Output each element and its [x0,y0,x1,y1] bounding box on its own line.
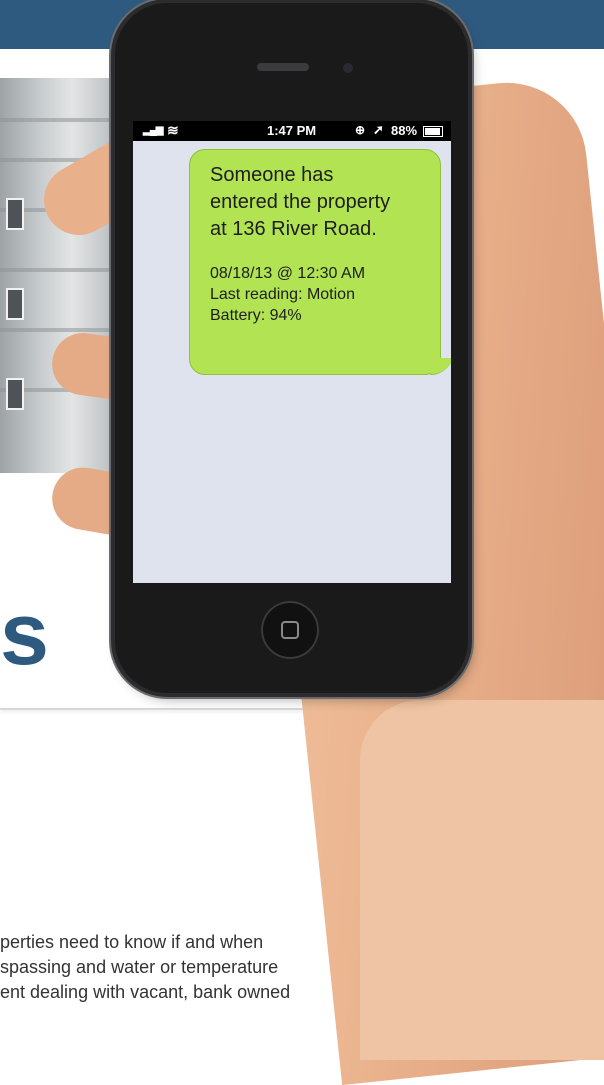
signal-icon: ▂▄▆ [143,125,163,136]
status-bar: ▂▄▆ ≋ 1:47 PM ⊕ ➚ 88% [133,121,451,141]
location-icon: ➚ [373,122,384,137]
house-photo [0,78,120,473]
battery-icon [423,126,443,137]
heading-fragment: s [0,590,49,678]
sms-message-bubble[interactable]: Someone has entered the property at 136 … [189,149,441,375]
phone-screen[interactable]: ▂▄▆ ≋ 1:47 PM ⊕ ➚ 88% Someone has entere… [133,121,451,583]
status-time: 1:47 PM [267,123,317,138]
message-details: 08/18/13 @ 12:30 AM Last reading: Motion… [210,263,440,326]
message-timestamp: 08/18/13 @ 12:30 AM [210,265,366,282]
wifi-icon: ≋ [167,122,179,138]
hand-wrist [360,700,604,1060]
earpiece-speaker [257,63,309,71]
message-reading: Last reading: Motion [210,286,355,303]
message-headline: Someone has entered the property at 136 … [210,162,440,243]
message-line: at 136 River Road. [210,218,377,240]
message-line: entered the property [210,191,391,213]
battery-percent: 88% [391,123,418,138]
front-camera [343,63,353,73]
home-square-icon [281,621,299,639]
message-line: Someone has [210,164,334,186]
home-button[interactable] [261,601,319,659]
section-divider [0,708,330,710]
rotation-lock-icon: ⊕ [355,123,366,137]
smartphone: ▂▄▆ ≋ 1:47 PM ⊕ ➚ 88% Someone has entere… [115,3,468,693]
message-battery: Battery: 94% [210,307,302,324]
